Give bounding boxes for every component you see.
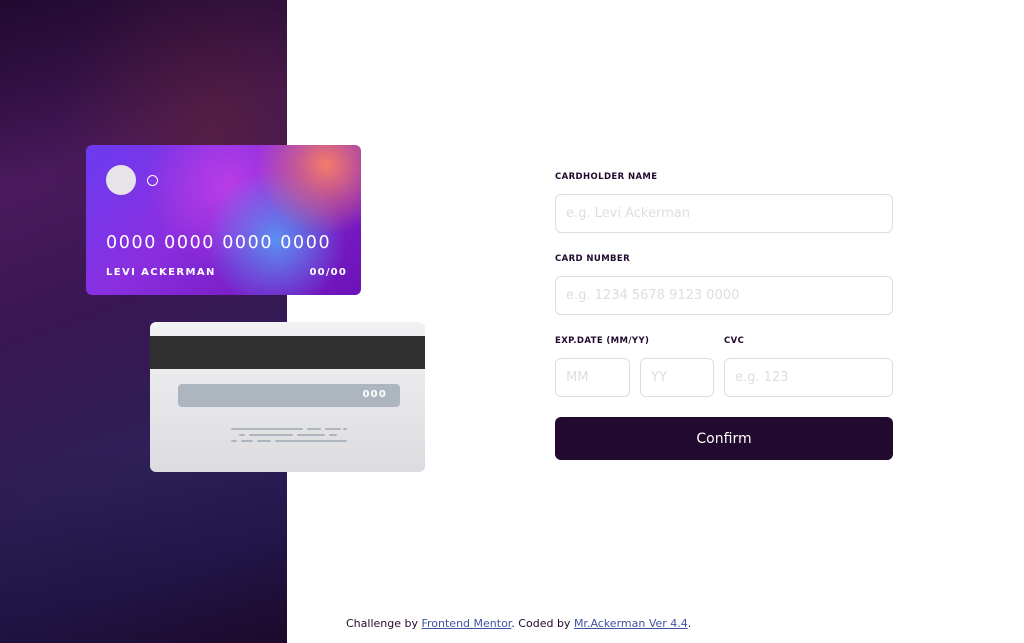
card-front: 0000 0000 0000 0000 LEVI ACKERMAN 00/00 <box>86 145 361 295</box>
cvc-input[interactable] <box>724 358 893 397</box>
expiry-year-input[interactable] <box>640 358 714 397</box>
cvc-group: CVC <box>724 336 893 397</box>
card-number-display: 0000 0000 0000 0000 <box>106 233 332 253</box>
card-expiry-display: 00/00 <box>309 267 347 278</box>
attribution-suffix: . <box>687 617 692 630</box>
card-number-group: CARD NUMBER <box>555 254 893 315</box>
cvc-label: CVC <box>724 336 745 346</box>
card-name-display: LEVI ACKERMAN <box>106 267 216 278</box>
frontend-mentor-link[interactable]: Frontend Mentor <box>421 617 511 630</box>
expiry-label: EXP.DATE (MM/YY) <box>555 336 650 346</box>
card-back-text-lines <box>231 426 347 446</box>
cardholder-name-input[interactable] <box>555 194 893 233</box>
expiry-month-input[interactable] <box>555 358 630 397</box>
cardholder-label: CARDHOLDER NAME <box>555 172 658 182</box>
magnetic-stripe <box>150 336 425 369</box>
author-link[interactable]: Mr.Ackerman Ver 4.4 <box>574 617 688 630</box>
cardholder-group: CARDHOLDER NAME <box>555 172 893 233</box>
expiry-group: EXP.DATE (MM/YY) <box>555 336 714 397</box>
card-logo-ring-icon <box>147 175 158 186</box>
attribution: Challenge by Frontend Mentor. Coded by M… <box>346 617 691 630</box>
signature-strip: 000 <box>178 384 400 407</box>
card-cvc-display: 000 <box>362 389 387 400</box>
attribution-prefix: Challenge by <box>346 617 422 630</box>
card-number-label: CARD NUMBER <box>555 254 631 264</box>
attribution-middle: . Coded by <box>511 617 574 630</box>
confirm-button[interactable]: Confirm <box>555 417 893 460</box>
card-logo-circle-icon <box>106 165 136 195</box>
card-number-input[interactable] <box>555 276 893 315</box>
card-back: 000 <box>150 322 425 472</box>
